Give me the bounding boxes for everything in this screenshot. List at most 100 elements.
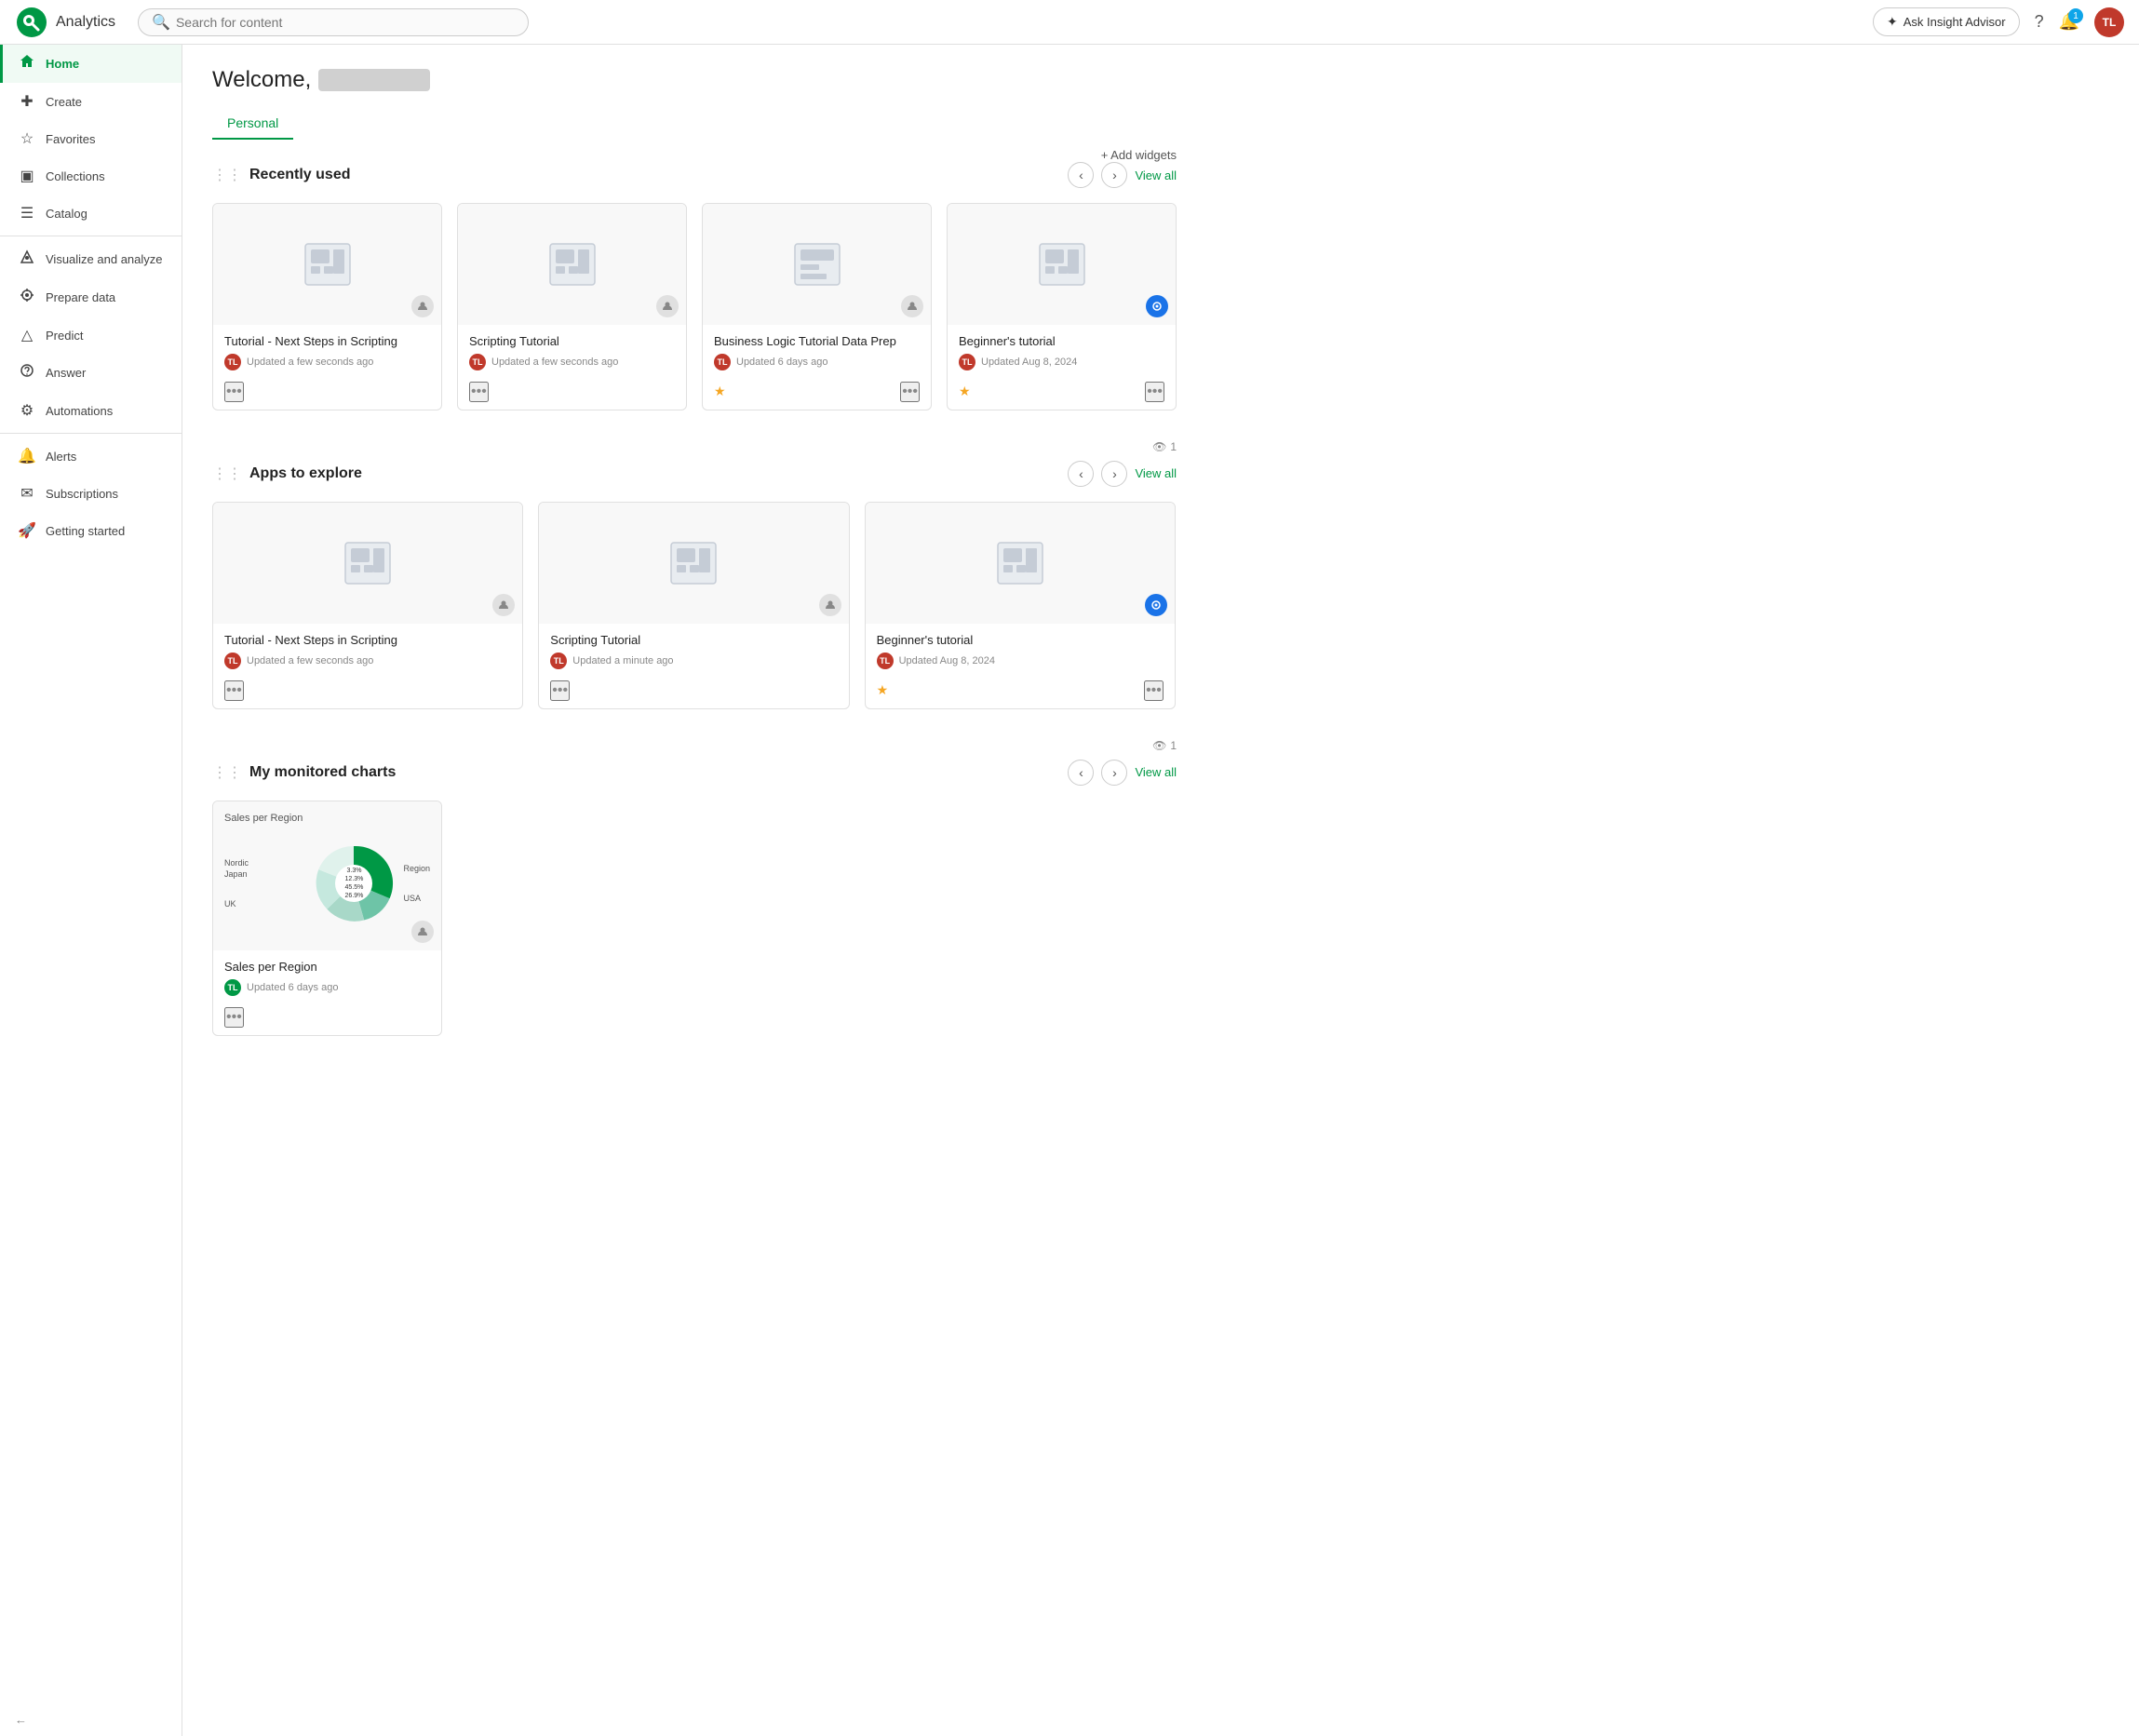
card-more-button[interactable]: ••• <box>900 382 920 402</box>
views-count: 1 <box>1170 440 1177 453</box>
card-thumbnail <box>213 503 522 624</box>
table-row: Beginner's tutorial TL Updated Aug 8, 20… <box>865 502 1176 709</box>
pie-legend-uk: UK <box>224 899 304 908</box>
sidebar-collapse-button[interactable]: ← <box>15 1713 167 1727</box>
apps-view-all-button[interactable]: View all <box>1135 466 1177 480</box>
card-meta: TL Updated a few seconds ago <box>224 354 430 370</box>
main-inner: Welcome, Personal + Add widgets ⋮⋮ Recen… <box>182 45 1206 1088</box>
drag-handle-recently-used[interactable]: ⋮⋮ <box>212 166 242 184</box>
recently-used-section: ⋮⋮ Recently used ‹ › View all <box>212 162 1177 453</box>
sidebar-label-subscriptions: Subscriptions <box>46 487 118 501</box>
visualize-icon <box>18 249 36 269</box>
sidebar-label-automations: Automations <box>46 404 113 418</box>
logo[interactable]: Analytics <box>15 6 115 39</box>
card-title: Business Logic Tutorial Data Prep <box>714 334 920 350</box>
search-bar[interactable]: 🔍 <box>138 8 529 36</box>
favorites-icon: ☆ <box>18 129 36 148</box>
apps-views-count: 1 <box>1170 739 1177 752</box>
apps-prev-button[interactable]: ‹ <box>1068 461 1094 487</box>
drag-handle-apps[interactable]: ⋮⋮ <box>212 464 242 483</box>
add-widgets-button[interactable]: + Add widgets <box>1101 148 1177 162</box>
card-body: Beginner's tutorial TL Updated Aug 8, 20… <box>866 624 1175 677</box>
sidebar-item-create[interactable]: ✚ Create <box>0 83 182 120</box>
app-icon <box>1038 242 1086 287</box>
sidebar-label-prepare: Prepare data <box>46 290 115 304</box>
sidebar-label-catalog: Catalog <box>46 207 87 221</box>
answer-icon <box>18 363 36 383</box>
app-icon <box>793 242 841 287</box>
card-more-button[interactable]: ••• <box>224 680 244 701</box>
charts-view-all-button[interactable]: View all <box>1135 765 1177 779</box>
card-more-button[interactable]: ••• <box>1144 680 1164 701</box>
charts-next-button[interactable]: › <box>1101 760 1127 786</box>
card-avatar: TL <box>224 979 241 996</box>
card-avatar: TL <box>714 354 731 370</box>
sidebar-item-predict[interactable]: △ Predict <box>0 316 182 354</box>
sidebar-label-collections: Collections <box>46 169 105 183</box>
sidebar-label-answer: Answer <box>46 366 86 380</box>
welcome-text: Welcome, <box>212 67 311 93</box>
sidebar-item-answer[interactable]: Answer <box>0 354 182 392</box>
sidebar-item-subscriptions[interactable]: ✉ Subscriptions <box>0 475 182 512</box>
sidebar-item-collections[interactable]: ▣ Collections <box>0 157 182 195</box>
search-input[interactable] <box>176 15 515 30</box>
predict-icon: △ <box>18 326 36 344</box>
sidebar-item-automations[interactable]: ⚙ Automations <box>0 392 182 429</box>
pie-legend-region: Region <box>403 864 430 873</box>
recently-used-nav: ‹ › View all <box>1068 162 1177 188</box>
pie-legend-nordic: Nordic <box>224 858 304 868</box>
card-star-button[interactable]: ★ <box>877 682 889 698</box>
sidebar-item-alerts[interactable]: 🔔 Alerts <box>0 437 182 475</box>
apps-next-button[interactable]: › <box>1101 461 1127 487</box>
card-thumbnail <box>703 204 931 325</box>
card-footer: ★ ••• <box>703 378 931 410</box>
sidebar-item-getting-started[interactable]: 🚀 Getting started <box>0 512 182 549</box>
subscriptions-icon: ✉ <box>18 484 36 503</box>
card-thumbnail <box>458 204 686 325</box>
card-blue-badge <box>1145 594 1167 616</box>
card-meta: TL Updated Aug 8, 2024 <box>959 354 1164 370</box>
sidebar-item-home[interactable]: Home <box>0 45 182 83</box>
card-user-badge <box>492 594 515 616</box>
sidebar-item-prepare[interactable]: Prepare data <box>0 278 182 316</box>
card-more-button[interactable]: ••• <box>550 680 570 701</box>
layout: Home ✚ Create ☆ Favorites ▣ Collections … <box>0 45 2139 1736</box>
top-header: Analytics 🔍 ✦ Ask Insight Advisor ? 🔔 1 … <box>0 0 2139 45</box>
card-more-button[interactable]: ••• <box>224 1007 244 1028</box>
table-row: Scripting Tutorial TL Updated a few seco… <box>457 203 687 410</box>
sidebar-item-visualize[interactable]: Visualize and analyze <box>0 240 182 278</box>
card-more-button[interactable]: ••• <box>224 382 244 402</box>
app-icon <box>669 541 718 585</box>
card-more-button[interactable]: ••• <box>469 382 489 402</box>
card-blue-badge <box>1146 295 1168 317</box>
card-meta: TL Updated Aug 8, 2024 <box>877 653 1164 669</box>
app-icon <box>343 541 392 585</box>
card-star-button[interactable]: ★ <box>959 384 971 399</box>
sidebar-divider-2 <box>0 433 182 434</box>
recently-used-next-button[interactable]: › <box>1101 162 1127 188</box>
recently-used-prev-button[interactable]: ‹ <box>1068 162 1094 188</box>
eye-icon: 👁 <box>1152 739 1166 752</box>
insight-icon: ✦ <box>1887 14 1898 30</box>
sidebar-label-getting-started: Getting started <box>46 524 125 538</box>
apps-to-explore-title: Apps to explore <box>249 465 1068 482</box>
recently-used-view-all-button[interactable]: View all <box>1135 168 1177 182</box>
qlik-logo-icon <box>15 6 48 39</box>
card-more-button[interactable]: ••• <box>1145 382 1164 402</box>
help-button[interactable]: ? <box>2035 12 2044 32</box>
prepare-icon <box>18 288 36 307</box>
drag-handle-charts[interactable]: ⋮⋮ <box>212 763 242 782</box>
card-footer: ★ ••• <box>866 677 1175 708</box>
sidebar-label-alerts: Alerts <box>46 450 76 464</box>
sidebar-item-favorites[interactable]: ☆ Favorites <box>0 120 182 157</box>
card-star-button[interactable]: ★ <box>714 384 726 399</box>
charts-prev-button[interactable]: ‹ <box>1068 760 1094 786</box>
getting-started-icon: 🚀 <box>18 521 36 540</box>
table-row: Scripting Tutorial TL Updated a minute a… <box>538 502 849 709</box>
eye-icon: 👁 <box>1152 440 1166 453</box>
card-footer: ••• <box>213 1003 441 1035</box>
avatar[interactable]: TL <box>2094 7 2124 37</box>
tab-personal[interactable]: Personal <box>212 108 293 140</box>
ask-insight-button[interactable]: ✦ Ask Insight Advisor <box>1873 7 2020 36</box>
sidebar-item-catalog[interactable]: ☰ Catalog <box>0 195 182 232</box>
